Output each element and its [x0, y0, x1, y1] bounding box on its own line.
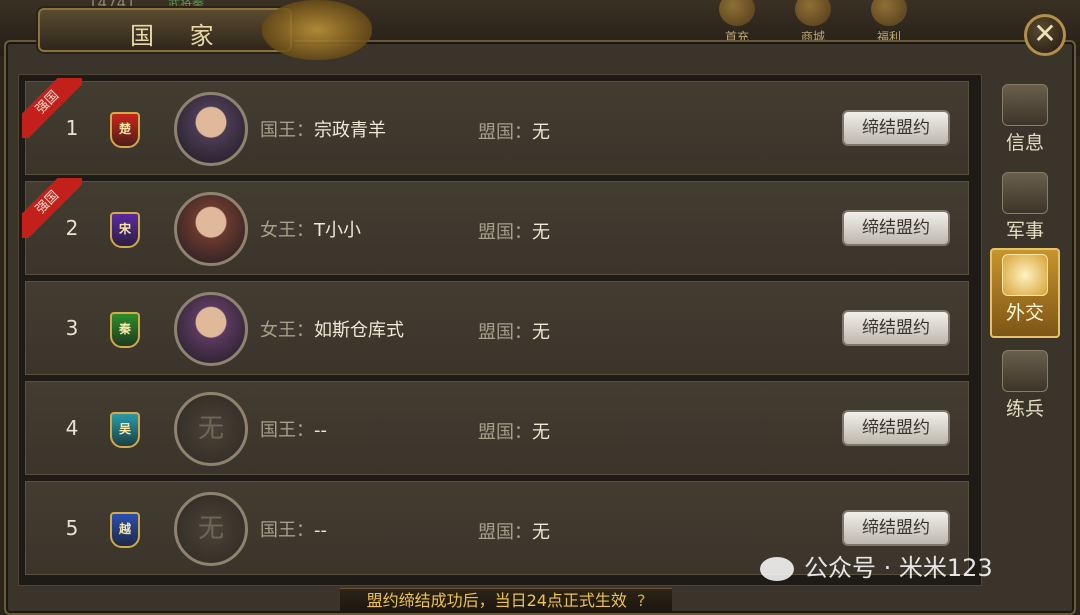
ruler-name: --	[314, 520, 327, 541]
ally-sep: ：	[514, 222, 532, 243]
help-icon[interactable]: ?	[637, 591, 646, 610]
ruler-name: T小小	[314, 220, 361, 241]
ruler-title: 国王	[260, 420, 296, 441]
rank-number: 3	[65, 316, 79, 340]
form-alliance-button[interactable]: 缔结盟约	[842, 110, 950, 146]
ally-info: 盟国：无	[478, 318, 550, 344]
form-alliance-button[interactable]: 缔结盟约	[842, 310, 950, 346]
chariot-icon	[1002, 350, 1048, 392]
gift-icon	[871, 0, 907, 26]
rank-number: 2	[65, 216, 79, 240]
ally-label: 盟国	[478, 322, 514, 343]
ally-info: 盟国：无	[478, 118, 550, 144]
nation-flag-icon: 宋	[110, 212, 140, 248]
country-row: 4 吴无国王：-- 盟国：无 缔结盟约	[25, 381, 969, 475]
ruler-avatar[interactable]	[174, 92, 248, 166]
ruler-sep: ：	[296, 120, 314, 141]
ruler-name: 宗政青羊	[314, 120, 386, 141]
tab-training-label: 练兵	[1005, 398, 1044, 420]
empty-avatar: 无	[174, 392, 248, 466]
nation-flag-icon: 秦	[110, 312, 140, 348]
ruler-sep: ：	[296, 420, 314, 441]
ally-sep: ：	[514, 522, 532, 543]
ruler-title: 女王	[260, 320, 296, 341]
ally-info: 盟国：无	[478, 518, 550, 544]
form-alliance-button[interactable]: 缔结盟约	[842, 210, 950, 246]
nation-flag-icon: 吴	[110, 412, 140, 448]
ally-value: 无	[532, 322, 550, 343]
ally-value: 无	[532, 522, 550, 543]
rank-number: 5	[65, 516, 79, 540]
window-title-tab: 国 家	[38, 8, 292, 52]
ruler-avatar[interactable]	[174, 292, 248, 366]
wechat-icon	[760, 557, 794, 581]
nation-flag-icon: 越	[110, 512, 140, 548]
ruler-info: 女王：T小小	[260, 216, 361, 242]
form-alliance-button[interactable]: 缔结盟约	[842, 510, 950, 546]
ally-sep: ：	[514, 322, 532, 343]
ruler-avatar[interactable]	[174, 192, 248, 266]
ruler-info: 国王：宗政青羊	[260, 116, 386, 142]
rank-number: 1	[65, 116, 79, 140]
ally-sep: ：	[514, 122, 532, 143]
window-title: 国 家	[130, 22, 228, 50]
ally-value: 无	[532, 422, 550, 443]
info-banner-icon	[1002, 84, 1048, 126]
dragon-ornament-icon	[262, 0, 372, 60]
country-row: 3 秦女王：如斯仓库式 盟国：无 缔结盟约	[25, 281, 969, 375]
country-list: 强国 1 楚国王：宗政青羊 盟国：无 缔结盟约 强国 2 宋女王：T小小 盟国：无 缔结盟约 3 秦女…	[18, 74, 982, 586]
ruler-name: --	[314, 420, 327, 441]
country-row: 强国 1 楚国王：宗政青羊 盟国：无 缔结盟约	[22, 78, 969, 175]
nation-flag-icon: 楚	[110, 112, 140, 148]
tab-diplomacy-label: 外交	[1005, 302, 1044, 324]
ruler-name: 如斯仓库式	[314, 320, 404, 341]
close-button[interactable]: ✕	[1024, 14, 1066, 56]
ally-label: 盟国	[478, 422, 514, 443]
tab-diplomacy[interactable]: 外交	[990, 248, 1060, 338]
tab-info-label: 信息	[1005, 132, 1044, 154]
ruler-title: 女王	[260, 220, 296, 241]
ally-label: 盟国	[478, 222, 514, 243]
rank-number: 4	[65, 416, 79, 440]
ruler-sep: ：	[296, 520, 314, 541]
form-alliance-button[interactable]: 缔结盟约	[842, 410, 950, 446]
ruler-info: 国王：--	[260, 416, 327, 442]
ally-value: 无	[532, 122, 550, 143]
ally-label: 盟国	[478, 522, 514, 543]
tab-military-label: 军事	[1005, 220, 1044, 242]
first-recharge-icon	[719, 0, 755, 26]
ally-info: 盟国：无	[478, 418, 550, 444]
ruler-sep: ：	[296, 220, 314, 241]
ruler-title: 国王	[260, 520, 296, 541]
watermark: 公众号 · 米米123	[760, 548, 993, 583]
diplomacy-icon	[1002, 254, 1048, 296]
tab-training[interactable]: 练兵	[990, 346, 1060, 430]
ruler-title: 国王	[260, 120, 296, 141]
military-banner-icon	[1002, 172, 1048, 214]
ruler-sep: ：	[296, 320, 314, 341]
country-row: 强国 2 宋女王：T小小 盟国：无 缔结盟约	[22, 178, 969, 275]
alliance-notice: 盟约缔结成功后，当日24点正式生效?	[340, 588, 672, 613]
watermark-text: 公众号 · 米米123	[804, 554, 993, 582]
tab-info[interactable]: 信息	[990, 80, 1060, 164]
ally-info: 盟国：无	[478, 218, 550, 244]
ally-value: 无	[532, 222, 550, 243]
ally-label: 盟国	[478, 122, 514, 143]
shop-icon	[795, 0, 831, 26]
ruler-info: 国王：--	[260, 516, 327, 542]
ruler-info: 女王：如斯仓库式	[260, 316, 404, 342]
tab-military[interactable]: 军事	[990, 168, 1060, 252]
empty-avatar: 无	[174, 492, 248, 566]
sidebar-tabs: 信息 军事 外交 练兵	[990, 74, 1060, 514]
notice-text: 盟约缔结成功后，当日24点正式生效	[366, 591, 627, 610]
ally-sep: ：	[514, 422, 532, 443]
